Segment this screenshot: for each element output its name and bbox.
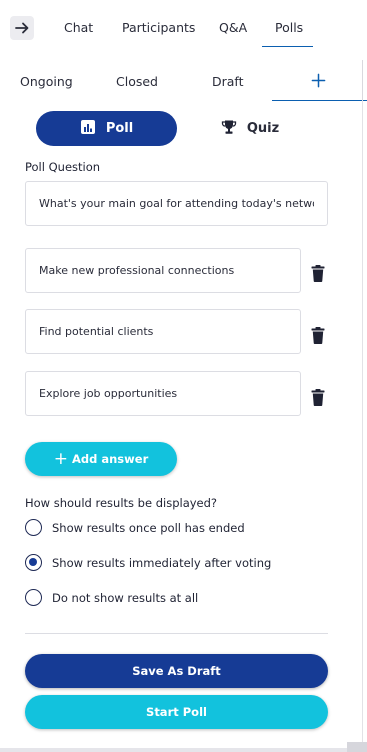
bar-chart-icon bbox=[80, 119, 96, 139]
poll-toggle-button[interactable]: Poll bbox=[36, 111, 177, 146]
radio-button[interactable] bbox=[25, 519, 42, 536]
results-option-hidden[interactable]: Do not show results at all bbox=[25, 589, 198, 606]
save-as-draft-button[interactable]: Save As Draft bbox=[25, 654, 328, 688]
answer-input-1[interactable] bbox=[25, 248, 301, 293]
add-answer-button[interactable]: + Add answer bbox=[25, 442, 177, 476]
results-option-label: Show results once poll has ended bbox=[52, 520, 245, 535]
results-option-label: Do not show results at all bbox=[52, 590, 199, 605]
trash-icon[interactable] bbox=[310, 326, 326, 344]
trophy-icon bbox=[221, 119, 237, 139]
active-tab-indicator bbox=[262, 46, 313, 47]
quiz-toggle-button[interactable]: Quiz bbox=[200, 111, 300, 146]
trash-icon[interactable] bbox=[310, 264, 326, 282]
quiz-toggle-label: Quiz bbox=[246, 121, 280, 136]
divider bbox=[25, 633, 328, 634]
add-answer-label: Add answer bbox=[71, 452, 149, 466]
panel-border bbox=[362, 101, 363, 752]
poll-toggle-label: Poll bbox=[105, 121, 134, 136]
divider bbox=[362, 60, 363, 101]
tab-polls[interactable]: Polls bbox=[275, 20, 303, 35]
results-display-label: How should results be displayed? bbox=[25, 496, 218, 510]
trash-icon[interactable] bbox=[310, 388, 326, 406]
active-subtab-indicator bbox=[272, 100, 367, 101]
start-poll-button[interactable]: Start Poll bbox=[25, 695, 328, 729]
subtab-closed[interactable]: Closed bbox=[116, 74, 158, 89]
poll-question-label: Poll Question bbox=[25, 160, 101, 174]
results-option-ended[interactable]: Show results once poll has ended bbox=[25, 519, 245, 536]
bottom-border bbox=[0, 748, 362, 752]
subtab-draft[interactable]: Draft bbox=[212, 74, 244, 89]
top-tab-bar: Chat Participants Q&A Polls bbox=[0, 0, 367, 56]
plus-icon[interactable] bbox=[306, 68, 330, 92]
tab-qa[interactable]: Q&A bbox=[219, 20, 247, 35]
radio-button[interactable] bbox=[25, 589, 42, 606]
subtab-ongoing[interactable]: Ongoing bbox=[20, 74, 73, 89]
arrow-right-icon[interactable] bbox=[10, 16, 34, 40]
answer-input-2[interactable] bbox=[25, 309, 301, 354]
resize-handle[interactable] bbox=[347, 742, 367, 752]
tab-chat[interactable]: Chat bbox=[64, 20, 93, 35]
plus-icon: + bbox=[53, 448, 68, 469]
results-option-label: Show results immediately after voting bbox=[52, 555, 272, 570]
poll-question-input[interactable] bbox=[25, 181, 328, 226]
results-option-immediately[interactable]: Show results immediately after voting bbox=[25, 554, 271, 571]
radio-button-selected[interactable] bbox=[25, 554, 42, 571]
tab-participants[interactable]: Participants bbox=[122, 20, 195, 35]
answer-input-3[interactable] bbox=[25, 371, 301, 416]
